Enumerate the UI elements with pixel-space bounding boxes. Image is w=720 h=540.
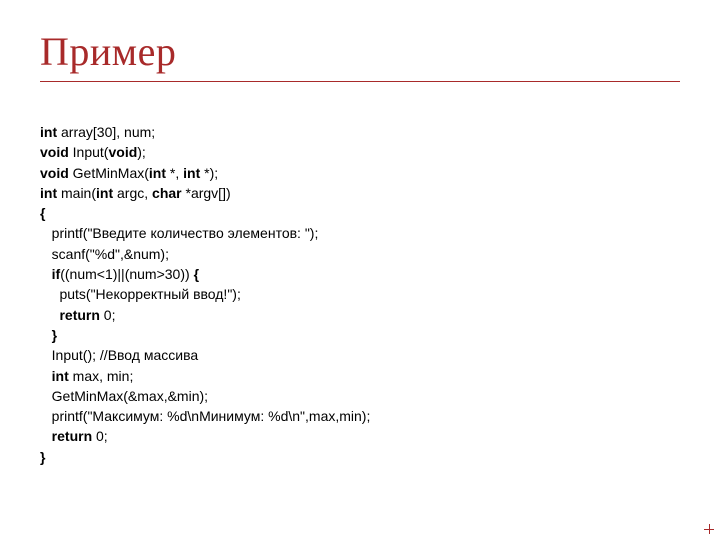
code-kw: int bbox=[40, 185, 57, 201]
corner-decoration-icon bbox=[700, 520, 714, 534]
code-text: *); bbox=[200, 165, 218, 181]
code-kw: return bbox=[52, 428, 92, 444]
code-text: ((num<1)||(num>30)) bbox=[60, 266, 193, 282]
code-kw: char bbox=[152, 185, 182, 201]
code-kw: int bbox=[52, 368, 69, 384]
code-text: GetMinMax( bbox=[69, 165, 149, 181]
code-text: max, min; bbox=[69, 368, 134, 384]
code-text: argc, bbox=[113, 185, 152, 201]
code-kw: } bbox=[40, 449, 45, 465]
code-text: printf("Введите количество элементов: ")… bbox=[40, 225, 318, 241]
code-kw: int bbox=[40, 124, 57, 140]
code-text bbox=[40, 266, 52, 282]
code-text: printf("Максимум: %d\nМинимум: %d\n",max… bbox=[40, 408, 370, 424]
code-kw: } bbox=[52, 327, 57, 343]
code-text bbox=[40, 327, 52, 343]
code-text: Input(); //Ввод массива bbox=[40, 347, 198, 363]
code-text bbox=[40, 428, 52, 444]
code-text: 0; bbox=[92, 428, 108, 444]
code-text: puts("Некорректный ввод!"); bbox=[40, 286, 241, 302]
code-kw: int bbox=[149, 165, 166, 181]
code-text: scanf("%d",&num); bbox=[40, 246, 169, 262]
code-text: *argv[]) bbox=[182, 185, 231, 201]
code-kw: void bbox=[40, 144, 69, 160]
code-text: array[30], num; bbox=[57, 124, 155, 140]
code-kw: void bbox=[108, 144, 137, 160]
code-kw: if bbox=[52, 266, 61, 282]
code-text bbox=[40, 307, 59, 323]
code-text: ); bbox=[137, 144, 146, 160]
code-kw: int bbox=[96, 185, 113, 201]
code-text: main( bbox=[57, 185, 96, 201]
code-kw: int bbox=[183, 165, 200, 181]
page-title: Пример bbox=[40, 28, 680, 75]
code-kw: { bbox=[194, 266, 199, 282]
code-kw: void bbox=[40, 165, 69, 181]
code-text: GetMinMax(&max,&min); bbox=[40, 388, 208, 404]
code-text bbox=[40, 368, 52, 384]
code-text: 0; bbox=[100, 307, 116, 323]
code-kw: { bbox=[40, 205, 45, 221]
code-text: Input( bbox=[69, 144, 109, 160]
code-text: *, bbox=[166, 165, 183, 181]
title-underline bbox=[40, 81, 680, 82]
code-block: int array[30], num; void Input(void); vo… bbox=[40, 122, 680, 467]
slide: Пример int array[30], num; void Input(vo… bbox=[0, 0, 720, 540]
code-kw: return bbox=[59, 307, 99, 323]
